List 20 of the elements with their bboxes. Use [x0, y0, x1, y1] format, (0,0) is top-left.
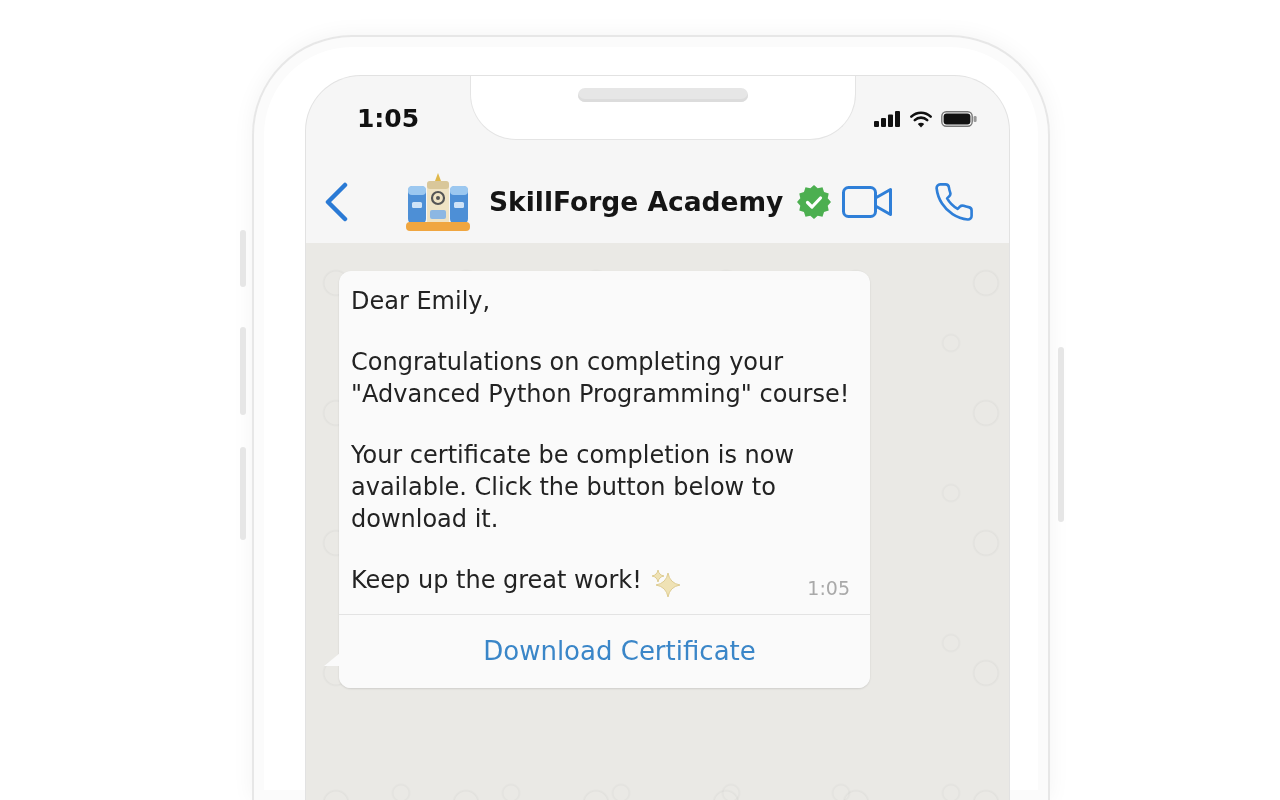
side-button[interactable]	[240, 230, 246, 287]
message-text: Your certificate be completion is now available. Click the button below to download it.	[351, 440, 796, 535]
video-camera-icon[interactable]	[842, 185, 893, 218]
message-text: Keep up the great work!	[351, 565, 642, 596]
phone-icon[interactable]	[935, 182, 973, 221]
castle-logo-icon	[406, 171, 470, 232]
wifi-icon	[909, 110, 933, 128]
battery-icon	[941, 111, 977, 127]
side-button[interactable]	[240, 447, 246, 540]
side-button[interactable]	[1058, 347, 1064, 522]
chevron-left-icon[interactable]	[323, 181, 349, 222]
sparkles-icon	[650, 569, 681, 598]
download-button[interactable]: Download Certificate	[339, 614, 870, 688]
message-text: Congratulations on completing your "Advanced Python Programming" course!	[351, 347, 851, 410]
contact-name: SkillForge Academy	[489, 184, 784, 219]
status-time: 1:05	[356, 104, 420, 134]
message-time: 1:05	[807, 576, 850, 600]
message-text: Dear Emily,	[351, 286, 492, 317]
side-button[interactable]	[240, 327, 246, 415]
signal-icon	[874, 111, 901, 127]
